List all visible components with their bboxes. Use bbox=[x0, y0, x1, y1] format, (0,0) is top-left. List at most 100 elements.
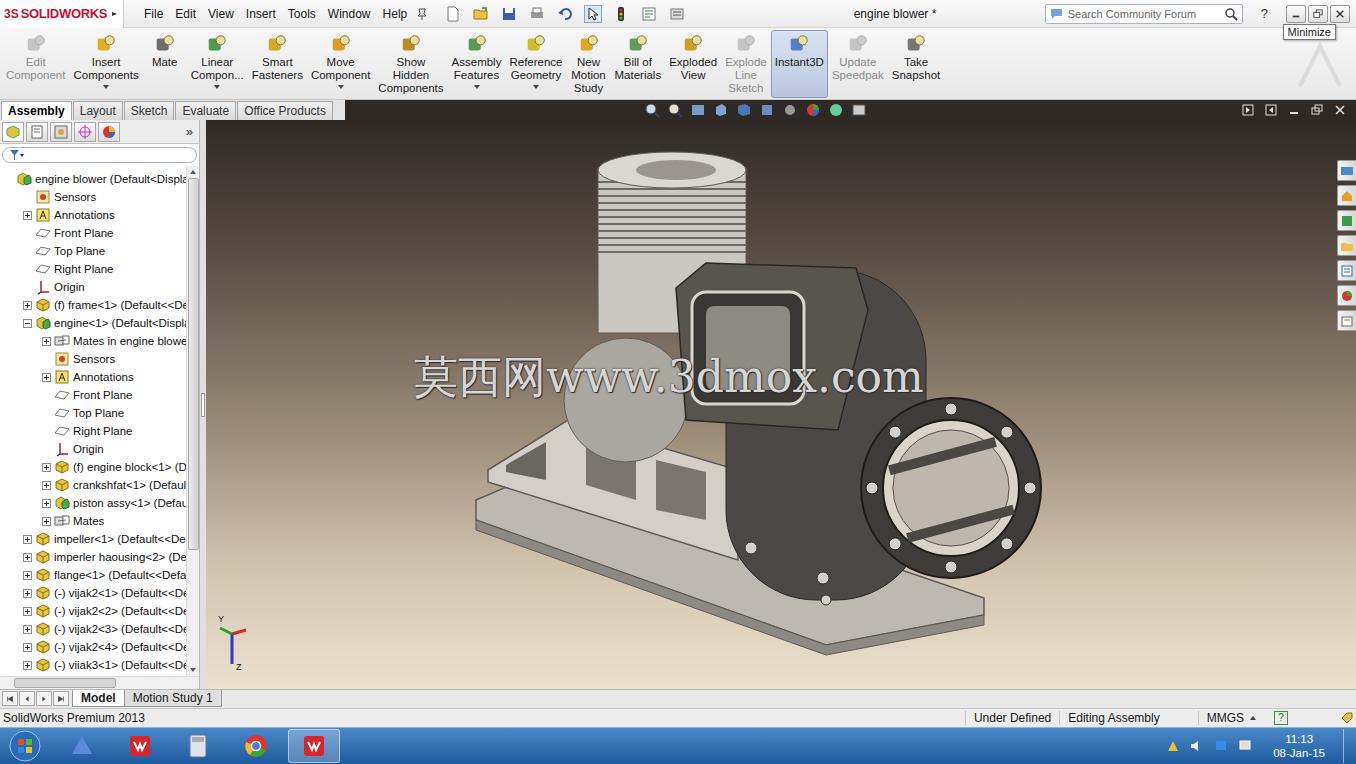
ribbon-button[interactable]: Instant3D bbox=[771, 30, 828, 98]
restore-button[interactable] bbox=[1308, 5, 1328, 23]
tree-item[interactable]: Sensors bbox=[0, 350, 186, 368]
tree-item[interactable]: flange<1> (Default<<Defau bbox=[0, 566, 186, 584]
ribbon-button[interactable]: ExplodeLineSketch bbox=[721, 30, 771, 98]
clock[interactable]: 11:13 08-Jan-15 bbox=[1269, 732, 1329, 760]
open-folder-icon[interactable] bbox=[473, 6, 489, 22]
command-tab[interactable]: Office Products bbox=[237, 101, 333, 120]
appearance-icon[interactable] bbox=[805, 102, 821, 118]
dropdown-arrow-icon[interactable] bbox=[533, 85, 539, 89]
tree-item[interactable]: (-) vijak2<1> (Default<<De bbox=[0, 584, 186, 602]
tree-item[interactable]: imperler haousing<2> (Def bbox=[0, 548, 186, 566]
manager-tab[interactable] bbox=[2, 122, 24, 142]
viewport-restore-icon[interactable] bbox=[1311, 104, 1323, 116]
previous-tab-button[interactable] bbox=[19, 691, 35, 706]
minimize-button[interactable] bbox=[1286, 5, 1306, 23]
manager-tab[interactable] bbox=[74, 122, 96, 142]
tree-item[interactable]: Annotations bbox=[0, 368, 186, 386]
volume-icon[interactable] bbox=[1189, 738, 1205, 754]
tree-item[interactable]: engine<1> (Default<Displa bbox=[0, 314, 186, 332]
manager-tab[interactable] bbox=[50, 122, 72, 142]
view-settings-icon[interactable] bbox=[851, 102, 867, 118]
expander-icon[interactable] bbox=[42, 337, 51, 346]
next-tab-button[interactable] bbox=[36, 691, 52, 706]
options-icon[interactable] bbox=[669, 6, 685, 22]
viewport-minimize-icon[interactable] bbox=[1288, 104, 1300, 116]
tree-item[interactable]: Top Plane bbox=[0, 242, 186, 260]
undo-icon[interactable] bbox=[557, 6, 573, 22]
select-icon[interactable] bbox=[585, 6, 601, 22]
tree-item[interactable]: Top Plane bbox=[0, 404, 186, 422]
ribbon-button[interactable]: ReferenceGeometry bbox=[505, 30, 566, 98]
solidworks-logo[interactable]: 3SSOLIDWORKS bbox=[0, 0, 124, 28]
expander-icon[interactable] bbox=[42, 481, 51, 490]
command-tab[interactable]: Evaluate bbox=[175, 101, 236, 120]
dropdown-arrow-icon[interactable] bbox=[103, 85, 109, 89]
expander-icon[interactable] bbox=[42, 373, 51, 382]
status-help-button[interactable]: ? bbox=[1274, 711, 1288, 725]
taskbar-app[interactable] bbox=[114, 729, 166, 763]
menu-item[interactable]: Tools bbox=[282, 5, 322, 23]
menu-item[interactable]: Window bbox=[322, 5, 377, 23]
expander-icon[interactable] bbox=[23, 589, 32, 598]
tree-item[interactable]: Mates in engine blower bbox=[0, 332, 186, 350]
rebuild-icon[interactable] bbox=[613, 6, 629, 22]
tree-horizontal-scrollbar[interactable] bbox=[0, 676, 199, 689]
tree-item[interactable]: Origin bbox=[0, 278, 186, 296]
tree-item[interactable]: engine blower (Default<Displa bbox=[0, 170, 186, 188]
taskbar-app[interactable] bbox=[230, 729, 282, 763]
previous-view-icon[interactable] bbox=[690, 102, 706, 118]
tree-item[interactable]: impeller<1> (Default<<Def bbox=[0, 530, 186, 548]
logo-menu-arrow-icon[interactable] bbox=[111, 10, 119, 18]
task-pane-tab[interactable] bbox=[1337, 310, 1356, 331]
flag-icon[interactable] bbox=[1213, 738, 1229, 754]
dropdown-arrow-icon[interactable] bbox=[338, 85, 344, 89]
tree-item[interactable]: (-) viiak3<1> (Default<<De bbox=[0, 656, 186, 674]
menu-item[interactable]: Help bbox=[377, 5, 414, 23]
graphics-area[interactable]: 莫西网www.3dmox.com Y Z bbox=[206, 120, 1356, 689]
hide-show-icon[interactable] bbox=[782, 102, 798, 118]
tree-item[interactable]: Front Plane bbox=[0, 224, 186, 242]
last-tab-button[interactable] bbox=[53, 691, 69, 706]
ribbon-button[interactable]: Mate bbox=[143, 30, 187, 98]
unit-system[interactable]: MMGS bbox=[1198, 711, 1264, 725]
engine-blower-model[interactable] bbox=[206, 120, 1356, 689]
ribbon-button[interactable]: NewMotionStudy bbox=[567, 30, 611, 98]
model-tab[interactable]: Model bbox=[72, 690, 125, 707]
expander-icon[interactable] bbox=[23, 661, 32, 670]
expander-icon[interactable] bbox=[42, 463, 51, 472]
more-tabs-button[interactable]: » bbox=[182, 124, 197, 139]
tree-item[interactable]: crankshfat<1> (Default bbox=[0, 476, 186, 494]
ribbon-button[interactable]: Bill ofMaterials bbox=[611, 30, 666, 98]
new-document-icon[interactable] bbox=[445, 6, 461, 22]
show-desktop-button[interactable] bbox=[1343, 729, 1356, 763]
expander-icon[interactable] bbox=[23, 535, 32, 544]
tree-item[interactable]: Mates bbox=[0, 512, 186, 530]
command-tab[interactable]: Sketch bbox=[124, 101, 175, 120]
first-tab-button[interactable] bbox=[2, 691, 18, 706]
ribbon-button[interactable]: ExplodedView bbox=[665, 30, 721, 98]
expander-icon[interactable] bbox=[23, 553, 32, 562]
display-style-icon[interactable] bbox=[759, 102, 775, 118]
command-tab[interactable]: Assembly bbox=[1, 101, 72, 120]
taskbar-app[interactable] bbox=[288, 729, 340, 763]
model-tab[interactable]: Motion Study 1 bbox=[124, 690, 222, 707]
task-pane-tab[interactable] bbox=[1337, 210, 1356, 231]
tree-vertical-scrollbar[interactable] bbox=[186, 166, 199, 676]
ribbon-button[interactable]: EditComponent bbox=[2, 30, 69, 98]
expander-icon[interactable] bbox=[42, 499, 51, 508]
zoom-fit-icon[interactable] bbox=[644, 102, 660, 118]
menu-item[interactable]: Edit bbox=[169, 5, 202, 23]
save-icon[interactable] bbox=[501, 6, 517, 22]
search-field[interactable]: Search Community Forum bbox=[1045, 4, 1243, 24]
ribbon-button[interactable]: MoveComponent bbox=[307, 30, 374, 98]
view-orientation-icon[interactable] bbox=[736, 102, 752, 118]
expander-icon[interactable] bbox=[42, 517, 51, 526]
tree-item[interactable]: Annotations bbox=[0, 206, 186, 224]
pin-icon[interactable] bbox=[415, 7, 429, 21]
ribbon-button[interactable]: UpdateSpeedpak bbox=[828, 30, 888, 98]
manager-tab[interactable] bbox=[98, 122, 120, 142]
viewport-close-icon[interactable] bbox=[1334, 104, 1346, 116]
magnifier-icon[interactable] bbox=[1224, 7, 1238, 21]
dropdown-arrow-icon[interactable] bbox=[474, 85, 480, 89]
tree-item[interactable]: piston assy<1> (Default bbox=[0, 494, 186, 512]
